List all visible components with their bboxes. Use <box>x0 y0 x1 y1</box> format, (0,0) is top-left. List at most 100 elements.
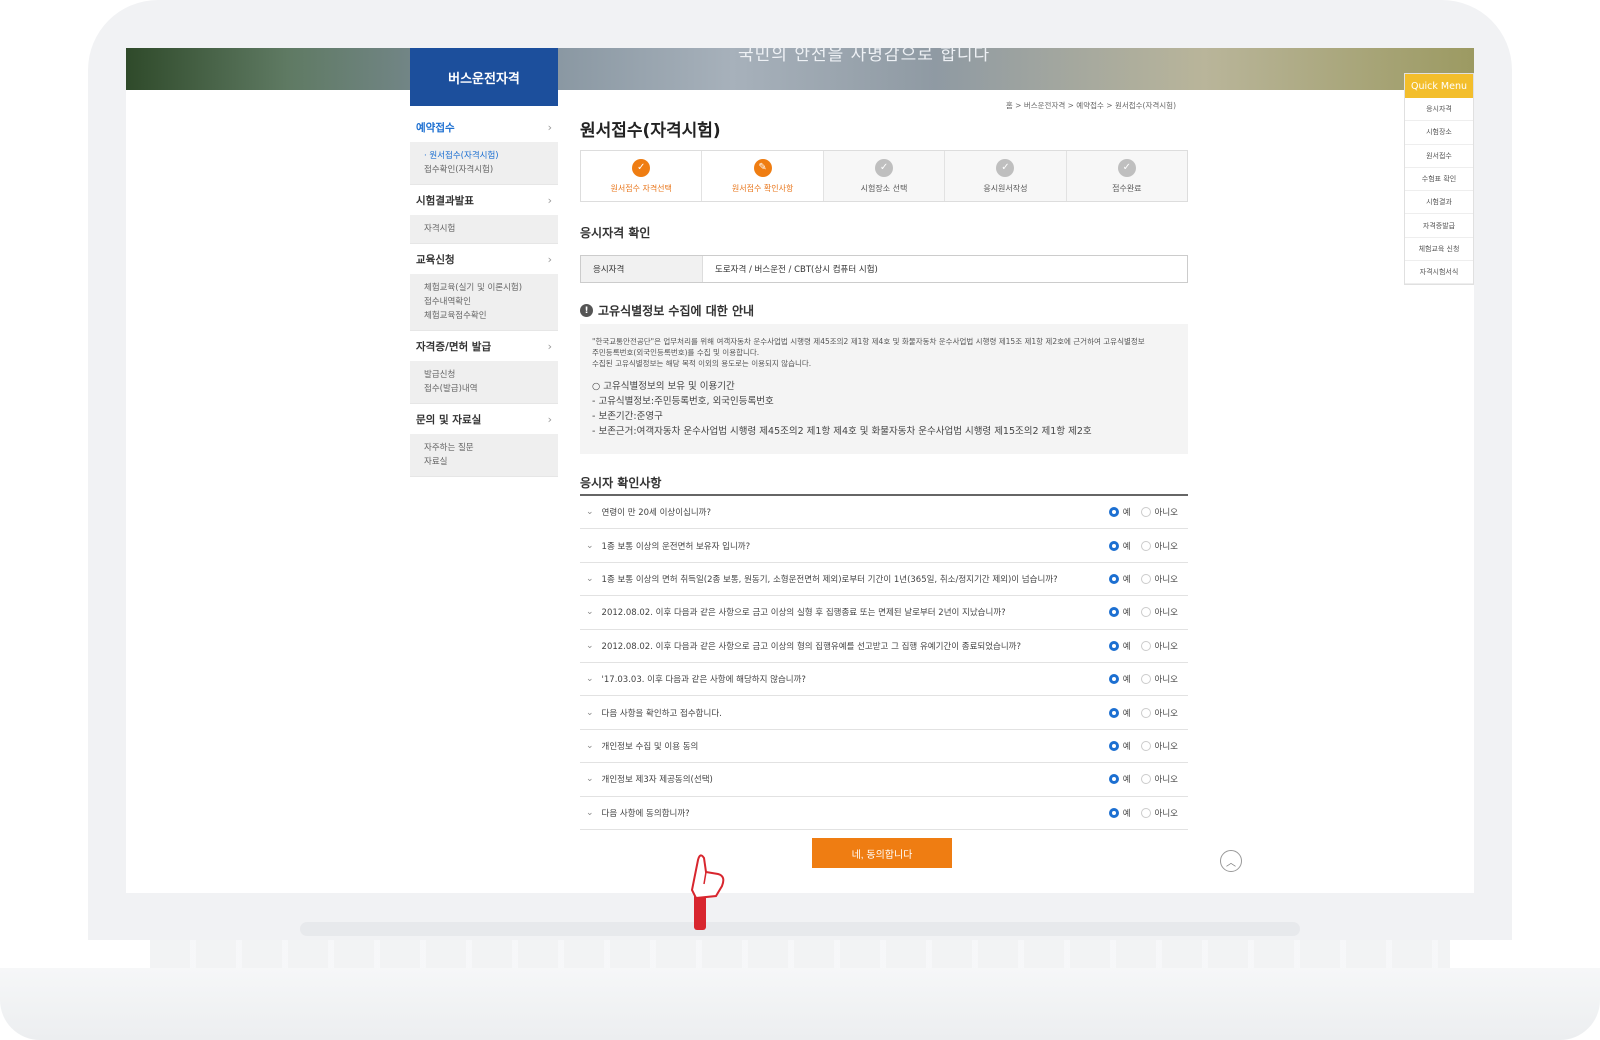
nav-sub-item-exam[interactable]: 자격시험 <box>424 222 544 236</box>
nav-sub-item-application[interactable]: · 원서접수(자격시험) <box>424 149 544 163</box>
chevron-down-icon[interactable]: ⌄ <box>586 774 594 784</box>
radio-no[interactable]: 아니오 <box>1140 640 1178 652</box>
radio-yes-dot[interactable] <box>1108 774 1119 785</box>
radio-yes[interactable]: 예 <box>1108 540 1131 552</box>
checklist-row: ⌄ 다음 사항에 동의합니까? 예 아니오 <box>580 797 1188 830</box>
qualification-table: 응시자격 도로자격 / 버스운전 / CBT(상시 컴퓨터 시험) <box>580 255 1188 283</box>
agree-button[interactable]: 네, 동의합니다 <box>812 838 952 868</box>
quick-item-education[interactable]: 체험교육 신청 <box>1405 238 1473 262</box>
quick-item-qualification[interactable]: 응시자격 <box>1405 98 1473 122</box>
checklist-question: 개인정보 제3자 제공동의(선택) <box>601 775 713 786</box>
nav-item-support[interactable]: 문의 및 자료실 › <box>410 404 558 434</box>
check-icon: ✓ <box>875 158 894 177</box>
quick-item-venue[interactable]: 시험장소 <box>1405 121 1473 145</box>
quick-item-application[interactable]: 원서접수 <box>1405 145 1473 168</box>
chevron-down-icon[interactable]: ⌄ <box>586 641 594 651</box>
scroll-top-button[interactable]: ︿ <box>1220 850 1242 872</box>
radio-no[interactable]: 아니오 <box>1140 807 1178 819</box>
radio-yes[interactable]: 예 <box>1108 673 1131 686</box>
radio-no[interactable]: 아니오 <box>1140 506 1178 518</box>
radio-yes-label: 예 <box>1122 641 1131 652</box>
radio-no-dot[interactable] <box>1140 674 1151 685</box>
radio-no-dot[interactable] <box>1140 640 1151 651</box>
radio-no-dot[interactable] <box>1140 774 1151 785</box>
page-title: 원서접수(자격시험) <box>580 121 721 141</box>
radio-no[interactable]: 아니오 <box>1140 606 1178 618</box>
nav-sub-item-score[interactable]: 체험교육점수확인 <box>424 309 544 323</box>
nav-sub-item-issue[interactable]: 발급신청 <box>424 368 544 382</box>
radio-yes-dot[interactable] <box>1108 674 1119 685</box>
chevron-down-icon[interactable]: ⌄ <box>586 741 594 751</box>
nav-sub-item-confirm[interactable]: 접수확인(자격시험) <box>424 163 544 177</box>
radio-no-dot[interactable] <box>1140 807 1151 818</box>
breadcrumb: 홈 > 버스운전자격 > 예약접수 > 원서접수(자격시험) <box>1005 101 1176 110</box>
radio-yes[interactable]: 예 <box>1108 573 1131 585</box>
radio-yes-label: 예 <box>1122 675 1131 686</box>
radio-yes-dot[interactable] <box>1108 707 1119 718</box>
chevron-down-icon[interactable]: ⌄ <box>586 574 594 584</box>
radio-yes-dot[interactable] <box>1108 540 1119 551</box>
radio-no-dot[interactable] <box>1140 707 1151 718</box>
nav-item-results[interactable]: 시험결과발표 › <box>410 185 558 215</box>
chevron-down-icon[interactable]: ⌄ <box>586 674 594 684</box>
checklist-row: ⌄ 다음 사항을 확인하고 접수합니다. 예 아니오 <box>580 696 1188 730</box>
radio-yes[interactable]: 예 <box>1108 707 1131 719</box>
chevron-down-icon[interactable]: ⌄ <box>586 507 594 517</box>
nav-sub-item-library[interactable]: 자료실 <box>424 455 544 469</box>
radio-no-dot[interactable] <box>1140 507 1151 518</box>
radio-yes[interactable]: 예 <box>1108 773 1131 785</box>
nav-item-reservation[interactable]: 예약접수 › <box>410 112 558 142</box>
chevron-down-icon[interactable]: ⌄ <box>586 541 594 551</box>
radio-yes[interactable]: 예 <box>1108 506 1131 519</box>
nav-item-license[interactable]: 자격증/면허 발급 › <box>410 331 558 361</box>
radio-no-label: 아니오 <box>1154 675 1178 686</box>
laptop-base <box>0 968 1600 1040</box>
browser-screen: 국민의 안전을 사명감으로 합니다 버스운전자격 예약접수 › · 원서접수(자격… <box>126 48 1474 893</box>
radio-no[interactable]: 아니오 <box>1140 707 1178 719</box>
nav-sub-item-issue-history[interactable]: 접수(발급)내역 <box>424 382 544 396</box>
checklist-question: 다음 사항을 확인하고 접수합니다. <box>601 708 722 719</box>
step-4: ✓ 응시원서작성 <box>945 151 1067 201</box>
step-2: ✎ 원서접수 확인사항 <box>702 151 824 201</box>
radio-yes[interactable]: 예 <box>1108 807 1131 819</box>
chevron-down-icon[interactable]: ⌄ <box>586 607 594 617</box>
radio-yes-dot[interactable] <box>1108 607 1119 618</box>
radio-yes-dot[interactable] <box>1108 573 1119 584</box>
check-icon: ✓ <box>632 158 651 177</box>
nav-sub-item-history[interactable]: 접수내역확인 <box>424 295 544 309</box>
chevron-down-icon[interactable]: ⌄ <box>586 808 594 818</box>
radio-no[interactable]: 아니오 <box>1140 740 1178 752</box>
radio-yes-dot[interactable] <box>1108 740 1119 751</box>
radio-yes-dot[interactable] <box>1108 507 1119 518</box>
radio-yes-dot[interactable] <box>1108 640 1119 651</box>
radio-no[interactable]: 아니오 <box>1140 573 1178 585</box>
nav-sub-item-faq[interactable]: 자주하는 질문 <box>424 441 544 455</box>
radio-yes[interactable]: 예 <box>1108 606 1131 618</box>
notice-list-item: - 고유식별정보:주민등록번호, 외국인등록번호 <box>592 396 774 407</box>
quick-item-results[interactable]: 시험결과 <box>1405 191 1473 215</box>
radio-no-dot[interactable] <box>1140 573 1151 584</box>
quick-item-issue[interactable]: 자격증발급 <box>1405 214 1473 238</box>
radio-no-dot[interactable] <box>1140 740 1151 751</box>
radio-yes[interactable]: 예 <box>1108 740 1131 752</box>
radio-yes-label: 예 <box>1122 808 1131 819</box>
chevron-down-icon[interactable]: ⌄ <box>586 708 594 718</box>
checklist-question: 개인정보 수집 및 이용 동의 <box>601 741 699 752</box>
radio-yes[interactable]: 예 <box>1108 640 1131 652</box>
quick-item-ticket[interactable]: 수험표 확인 <box>1405 168 1473 192</box>
radio-yes-label: 예 <box>1122 508 1131 519</box>
radio-no[interactable]: 아니오 <box>1140 673 1178 686</box>
site-title[interactable]: 버스운전자격 <box>410 48 558 106</box>
quick-item-forms[interactable]: 자격시험서식 <box>1405 261 1473 285</box>
radio-no[interactable]: 아니오 <box>1140 773 1178 785</box>
radio-yes-dot[interactable] <box>1108 807 1119 818</box>
hand-cursor-icon <box>690 854 725 930</box>
radio-no-dot[interactable] <box>1140 607 1151 618</box>
nav-item-education[interactable]: 교육신청 › <box>410 244 558 274</box>
exclamation-icon: ! <box>580 304 593 317</box>
step-label: 원서접수 확인사항 <box>731 183 794 193</box>
banner-slogan: 국민의 안전을 사명감으로 합니다 <box>738 48 991 65</box>
radio-no-dot[interactable] <box>1140 540 1151 551</box>
nav-sub-item-experience[interactable]: 체험교육(실기 및 이론시험) <box>424 281 544 295</box>
radio-no[interactable]: 아니오 <box>1140 540 1178 552</box>
